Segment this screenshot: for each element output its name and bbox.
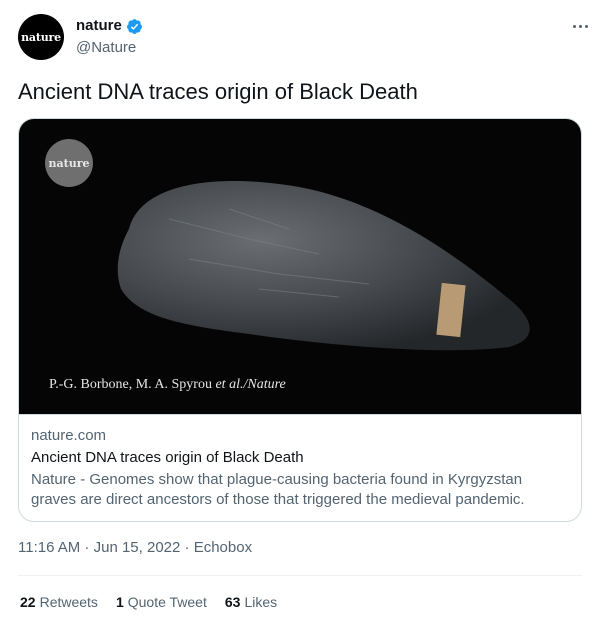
card-image: nature P.-G. Borbone, M. A. Spyrou et al… bbox=[19, 119, 581, 414]
tweet-meta: 11:16 AM · Jun 15, 2022 · Echobox bbox=[18, 538, 252, 558]
meta-separator: · bbox=[80, 539, 94, 556]
card-domain: nature.com bbox=[31, 427, 107, 444]
card-description: Nature - Genomes show that plague-causin… bbox=[31, 471, 525, 508]
quotes-label: Quote Tweet bbox=[127, 594, 207, 610]
card-body: nature.com Ancient DNA traces origin of … bbox=[19, 414, 581, 510]
likes-count: 63 bbox=[224, 594, 241, 610]
retweets-count: 22 bbox=[20, 594, 36, 610]
tweet-time[interactable]: 11:16 AM bbox=[18, 539, 80, 556]
tweet-stats: 22 Retweets 1 Quote Tweet 63 Likes bbox=[20, 592, 277, 612]
card-title: Ancient DNA traces origin of Black Death bbox=[31, 449, 304, 466]
retweets-stat[interactable]: 22 Retweets bbox=[20, 592, 98, 612]
link-card[interactable]: nature P.-G. Borbone, M. A. Spyrou et al… bbox=[18, 118, 582, 522]
image-logo-text: nature bbox=[48, 156, 90, 170]
likes-label: Likes bbox=[244, 594, 278, 610]
avatar-logo-text: nature bbox=[21, 30, 61, 44]
image-credit-prefix: P.-G. Borbone, M. A. Spyrou bbox=[49, 377, 216, 392]
tweet-text: Ancient DNA traces origin of Black Death bbox=[18, 79, 418, 104]
image-credit: P.-G. Borbone, M. A. Spyrou et al./Natur… bbox=[49, 377, 286, 393]
quote-tweets-stat[interactable]: 1 Quote Tweet bbox=[116, 592, 207, 612]
meta-separator: · bbox=[180, 539, 194, 556]
tweet-header: nature nature @Nature bbox=[18, 14, 592, 62]
display-name-row[interactable]: nature bbox=[76, 16, 143, 36]
author-names: nature @Nature bbox=[76, 16, 143, 58]
tweet-date[interactable]: Jun 15, 2022 bbox=[94, 539, 181, 556]
more-horizontal-icon[interactable] bbox=[568, 16, 592, 36]
divider bbox=[18, 575, 582, 576]
image-nature-logo: nature bbox=[45, 139, 93, 187]
likes-stat[interactable]: 63 Likes bbox=[225, 592, 277, 612]
handle[interactable]: @Nature bbox=[76, 38, 143, 58]
verified-badge-icon bbox=[126, 18, 142, 34]
display-name[interactable]: nature bbox=[76, 16, 122, 36]
quotes-count: 1 bbox=[115, 594, 124, 610]
retweets-label: Retweets bbox=[39, 594, 98, 610]
carved-stone-image bbox=[117, 181, 530, 351]
image-credit-italic: et al./Nature bbox=[215, 377, 286, 392]
tweet-source[interactable]: Echobox bbox=[194, 539, 252, 556]
avatar[interactable]: nature bbox=[18, 14, 64, 60]
